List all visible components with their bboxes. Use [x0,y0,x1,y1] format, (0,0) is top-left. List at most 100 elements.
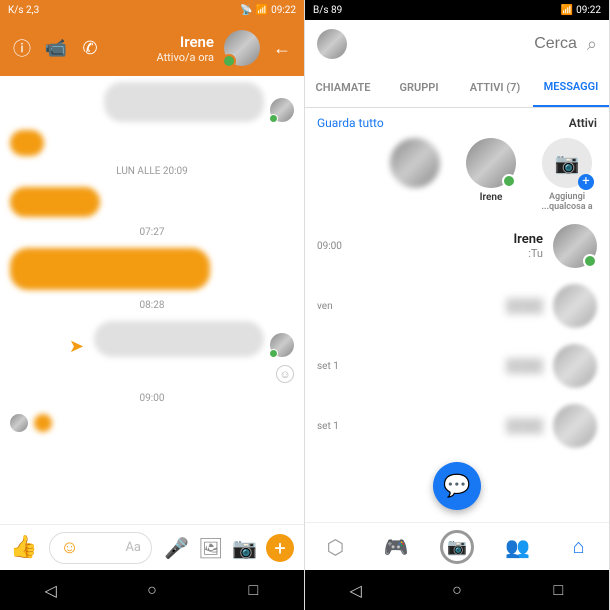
emoji-icon[interactable]: ☺ [60,537,78,558]
android-nav: ◁ ○ □ [0,570,304,610]
tab-active[interactable]: ATTIVI (7) [457,68,533,107]
search-icon[interactable]: ⌕ [587,34,597,55]
msg-avatar [270,98,294,122]
signal-icon: 📶 [561,5,573,16]
status-time: 09:22 [576,5,601,16]
back-icon[interactable]: ← [270,38,294,59]
tabs: MESSAGGI ATTIVI (7) GRUPPI CHIAMATE [305,68,609,108]
messenger-home: 09:22📶 89 B/s ⌕ MESSAGGI ATTIVI (7) GRUP… [305,0,610,610]
nav-home-icon[interactable]: ⌂ [548,523,609,570]
net-speed: 89 B/s [313,5,342,16]
actives-title: Attivi [569,116,597,130]
conv-preview: Tu: [352,247,543,260]
chat-body[interactable]: LUN ALLE 20:09 07:27 08:28 ➤ ☺ 09:00 [0,76,304,524]
camera-icon[interactable]: 📷 [232,536,254,560]
conv-time: 1 set [317,421,339,432]
chat-icon: 💬 [443,474,470,499]
contact-name: Irene [461,192,521,203]
conv-time: 1 set [317,361,339,372]
message-row [10,82,294,122]
chat-header: ← Irene Attivo/a ora ✆ 📹 ⓘ [0,20,304,76]
conv-avatar [553,344,597,388]
net-speed: 2,3 K/s [8,5,39,16]
thumb-icon[interactable]: 👍 [10,535,37,560]
conversation-item[interactable]: Irene Tu: 09:00 [305,216,609,276]
conv-time: ven [317,301,333,312]
conv-avatar [553,224,597,268]
tab-messages[interactable]: MESSAGGI [533,68,609,107]
timestamp: 08:28 [10,300,294,311]
contact-avatar[interactable] [224,30,260,66]
conv-avatar [553,404,597,448]
phone-icon[interactable]: ✆ [78,38,102,59]
message-row: ➤ [10,321,294,357]
active-contact[interactable]: Irene [461,138,521,212]
status-bar: 09:22📶 📡 2,3 K/s [0,0,304,20]
nav-camera-icon[interactable]: 📷 [427,523,488,570]
active-contact[interactable] [385,138,445,212]
status-time: 09:22 [271,5,296,16]
contact-name[interactable]: Irene [112,33,214,51]
tab-groups[interactable]: GRUPPI [381,68,457,107]
chat-screen: 09:22📶 📡 2,3 K/s ← Irene Attivo/a ora ✆ 📹… [0,0,305,610]
nav-back-icon[interactable]: ◁ [41,580,61,600]
nav-back-icon[interactable]: ◁ [346,580,366,600]
video-icon[interactable]: 📹 [44,38,68,59]
add-story-label: Aggiungi qualcosa a... [537,192,597,212]
conversation-item[interactable]: ████ 1 set [305,396,609,456]
nav-recent-icon[interactable]: □ [548,580,568,600]
conversation-item[interactable]: ████ 1 set [305,336,609,396]
timestamp: LUN ALLE 20:09 [10,166,294,177]
plus-button[interactable]: + [266,534,294,562]
nav-shield-icon[interactable]: ⬡ [305,523,366,570]
add-story[interactable]: 📷 Aggiungi qualcosa a... [537,138,597,212]
info-icon[interactable]: ⓘ [10,35,34,61]
msg-avatar [270,333,294,357]
search-header: ⌕ [305,20,609,68]
conversation-item[interactable]: ████ ven [305,276,609,336]
nav-games-icon[interactable]: 🎮 [366,523,427,570]
android-nav: ◁ ○ □ [305,570,609,610]
typing-indicator [10,414,294,432]
sent-bubble[interactable] [10,130,44,156]
status-bar: 09:22📶 89 B/s [305,0,609,20]
gallery-icon[interactable]: 🖼 [198,536,220,560]
message-row [10,248,294,290]
received-bubble[interactable] [104,82,264,122]
search-input[interactable] [357,35,577,53]
timestamp: 07:27 [10,227,294,238]
conv-name: ████ [349,418,543,434]
message-row [10,130,294,156]
share-icon[interactable]: ➤ [69,336,84,357]
contact-status: Attivo/a ora [112,51,214,64]
nav-people-icon[interactable]: 👥 [487,523,548,570]
sent-bubble[interactable] [10,248,210,290]
input-placeholder: Aa [125,540,141,555]
compose-fab[interactable]: 💬 [433,462,481,510]
bottom-nav: ⬡ 🎮 📷 👥 ⌂ [305,522,609,570]
conv-time: 09:00 [317,241,342,252]
wifi-icon: 📡 [240,5,252,16]
tab-calls[interactable]: CHIAMATE [305,68,381,107]
contact-avatar [390,138,440,188]
nav-home-icon[interactable]: ○ [447,580,467,600]
conv-name: Irene [352,232,543,247]
conv-name: ████ [349,358,543,374]
received-bubble[interactable] [94,321,264,357]
conv-name: ████ [343,298,543,314]
profile-avatar[interactable] [317,29,347,59]
conv-avatar [553,284,597,328]
emoji-add-icon[interactable]: ☺ [276,365,294,383]
nav-home-icon[interactable]: ○ [142,580,162,600]
view-all-link[interactable]: Guarda tutto [317,116,384,130]
typing-avatar [10,414,28,432]
camera-icon: 📷 [542,138,592,188]
sent-bubble[interactable] [10,187,100,217]
nav-recent-icon[interactable]: □ [243,580,263,600]
message-row [10,187,294,217]
timestamp: 09:00 [10,393,294,404]
mic-icon[interactable]: 🎤 [164,536,186,560]
message-input[interactable]: ☺ Aa [49,532,152,564]
signal-icon: 📶 [256,5,268,16]
active-section: Attivi Guarda tutto 📷 Aggiungi qualcosa … [305,108,609,216]
